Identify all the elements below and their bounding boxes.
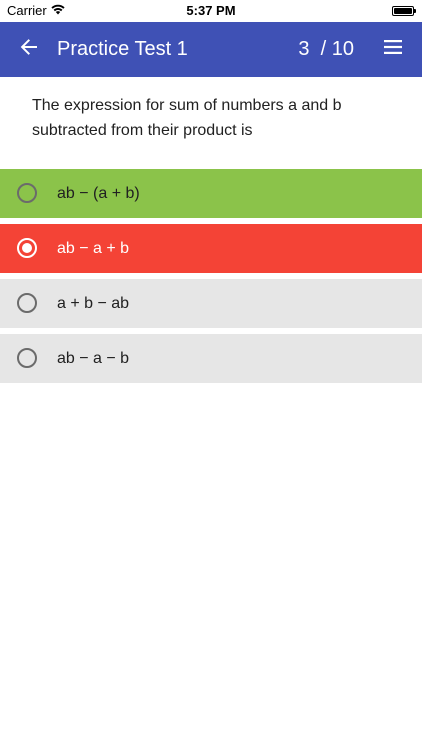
- menu-button[interactable]: [372, 28, 414, 70]
- option-2[interactable]: ab − a + b: [0, 224, 422, 273]
- radio-button[interactable]: [17, 183, 37, 203]
- back-button[interactable]: [8, 28, 50, 70]
- option-4[interactable]: ab − a − b: [0, 334, 422, 383]
- radio-button[interactable]: [17, 348, 37, 368]
- radio-button[interactable]: [17, 293, 37, 313]
- option-3[interactable]: a + b − ab: [0, 279, 422, 328]
- status-bar: Carrier 5:37 PM: [0, 0, 422, 22]
- question-counter: 3 / 10: [298, 38, 354, 60]
- option-1[interactable]: ab − (a + b): [0, 169, 422, 218]
- answer-options: ab − (a + b) ab − a + b a + b − ab ab − …: [0, 169, 422, 389]
- page-title: Practice Test 1: [57, 38, 188, 60]
- battery-icon: [392, 6, 416, 16]
- option-label: ab − a + b: [57, 240, 130, 257]
- option-label: a + b − ab: [57, 295, 130, 312]
- radio-button-selected[interactable]: [17, 238, 37, 258]
- status-time: 5:37 PM: [186, 3, 236, 18]
- option-label: ab − a − b: [57, 350, 130, 367]
- question-text: The expression for sum of numbers a and …: [32, 97, 342, 139]
- arrow-back-icon: [19, 37, 39, 62]
- menu-icon: [383, 39, 403, 60]
- option-label: ab − (a + b): [57, 185, 140, 202]
- app-bar: Practice Test 1 3 / 10: [0, 22, 422, 77]
